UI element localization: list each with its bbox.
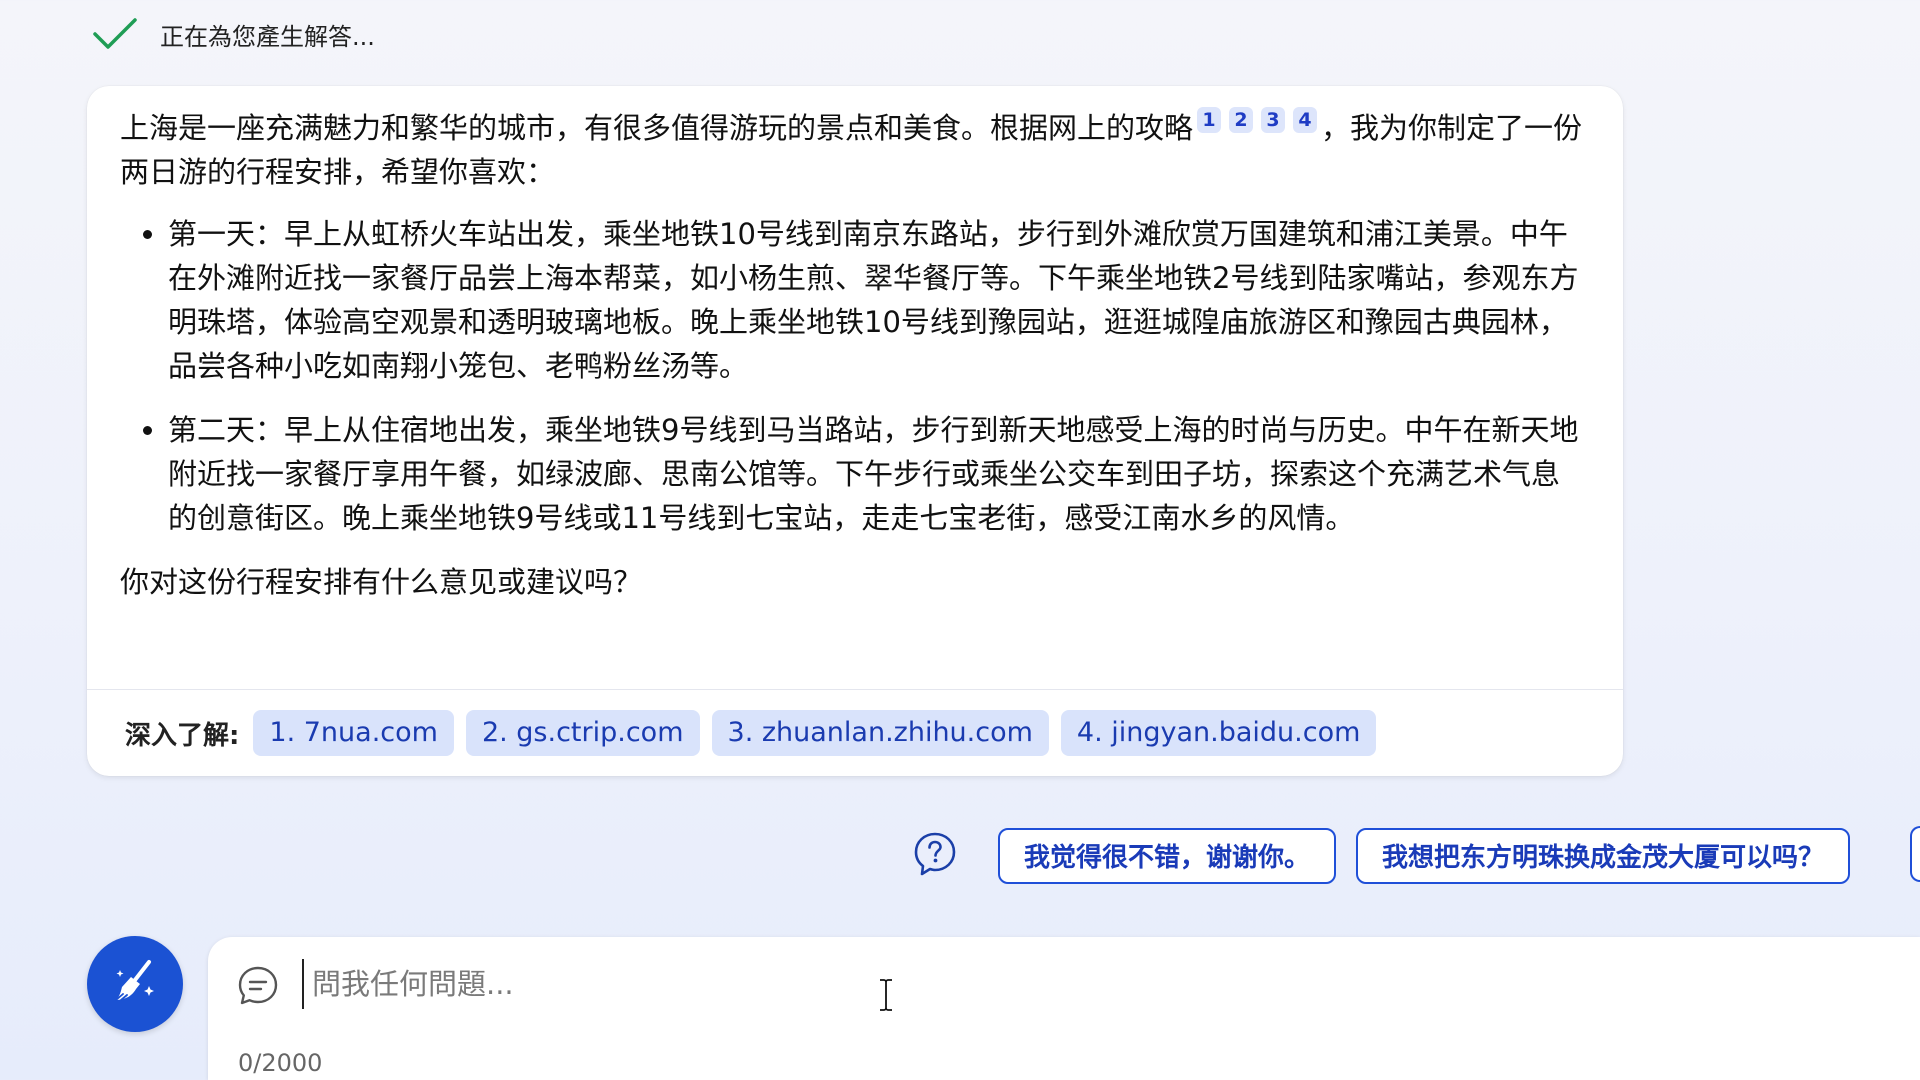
text-cursor-icon	[878, 978, 894, 1016]
response-body: 上海是一座充满魅力和繁华的城市，有很多值得游玩的景点和美食。根据网上的攻略 1 2 3…	[87, 86, 1623, 604]
response-intro: 上海是一座充满魅力和繁华的城市，有很多值得游玩的景点和美食。根据网上的攻略 1 2 3…	[120, 106, 1583, 194]
chat-bubble-icon	[236, 964, 280, 1012]
citation-3[interactable]: 3	[1261, 107, 1286, 133]
suggestion-button-2[interactable]: 我想把东方明珠换成金茂大厦可以吗？	[1356, 828, 1851, 884]
itinerary-day-2: 第二天：早上从住宿地出发，乘坐地铁9号线到马当路站，步行到新天地感受上海的时尚与…	[168, 408, 1583, 540]
chat-input[interactable]	[302, 959, 1812, 1009]
suggestion-button-1[interactable]: 我觉得很不错，谢谢你。	[998, 828, 1337, 884]
citation-4[interactable]: 4	[1293, 107, 1318, 133]
citation-2[interactable]: 2	[1229, 107, 1254, 133]
intro-text-start: 上海是一座充满魅力和繁华的城市，有很多值得游玩的景点和美食。根据网上的攻略	[120, 111, 1194, 145]
chat-input-box: 0/2000	[208, 937, 1920, 1080]
suggestion-row: 我觉得很不错，谢谢你。 我想把东方明珠换成金茂大厦可以吗？	[912, 826, 1851, 886]
itinerary-day-1: 第一天：早上从虹桥火车站出发，乘坐地铁10号线到南京东路站，步行到外滩欣赏万国建…	[168, 212, 1583, 388]
itinerary-list: 第一天：早上从虹桥火车站出发，乘坐地铁10号线到南京东路站，步行到外滩欣赏万国建…	[120, 212, 1583, 540]
source-link-2[interactable]: 2. gs.ctrip.com	[465, 710, 700, 756]
char-counter: 0/2000	[238, 1049, 323, 1077]
learn-more-bar: 深入了解: 1. 7nua.com 2. gs.ctrip.com 3. zhu…	[87, 689, 1623, 776]
status-text: 正在為您產生解答...	[160, 22, 375, 51]
learn-more-label: 深入了解:	[125, 720, 240, 751]
source-link-1[interactable]: 1. 7nua.com	[253, 710, 454, 756]
checkmark-icon	[92, 17, 138, 51]
broom-icon	[109, 956, 161, 1012]
question-bubble-icon[interactable]	[912, 831, 958, 881]
source-link-4[interactable]: 4. jingyan.baidu.com	[1060, 710, 1377, 756]
response-closing: 你对这份行程安排有什么意见或建议吗？	[120, 565, 643, 599]
response-card: 上海是一座充满魅力和繁华的城市，有很多值得游玩的景点和美食。根据网上的攻略 1 2 3…	[87, 86, 1623, 776]
source-link-3[interactable]: 3. zhuanlan.zhihu.com	[711, 710, 1049, 756]
citation-1[interactable]: 1	[1197, 107, 1222, 133]
new-topic-button[interactable]	[87, 936, 183, 1032]
status-line: 正在為您產生解答...	[92, 14, 375, 54]
suggestion-button-3-partial[interactable]	[1910, 826, 1920, 882]
